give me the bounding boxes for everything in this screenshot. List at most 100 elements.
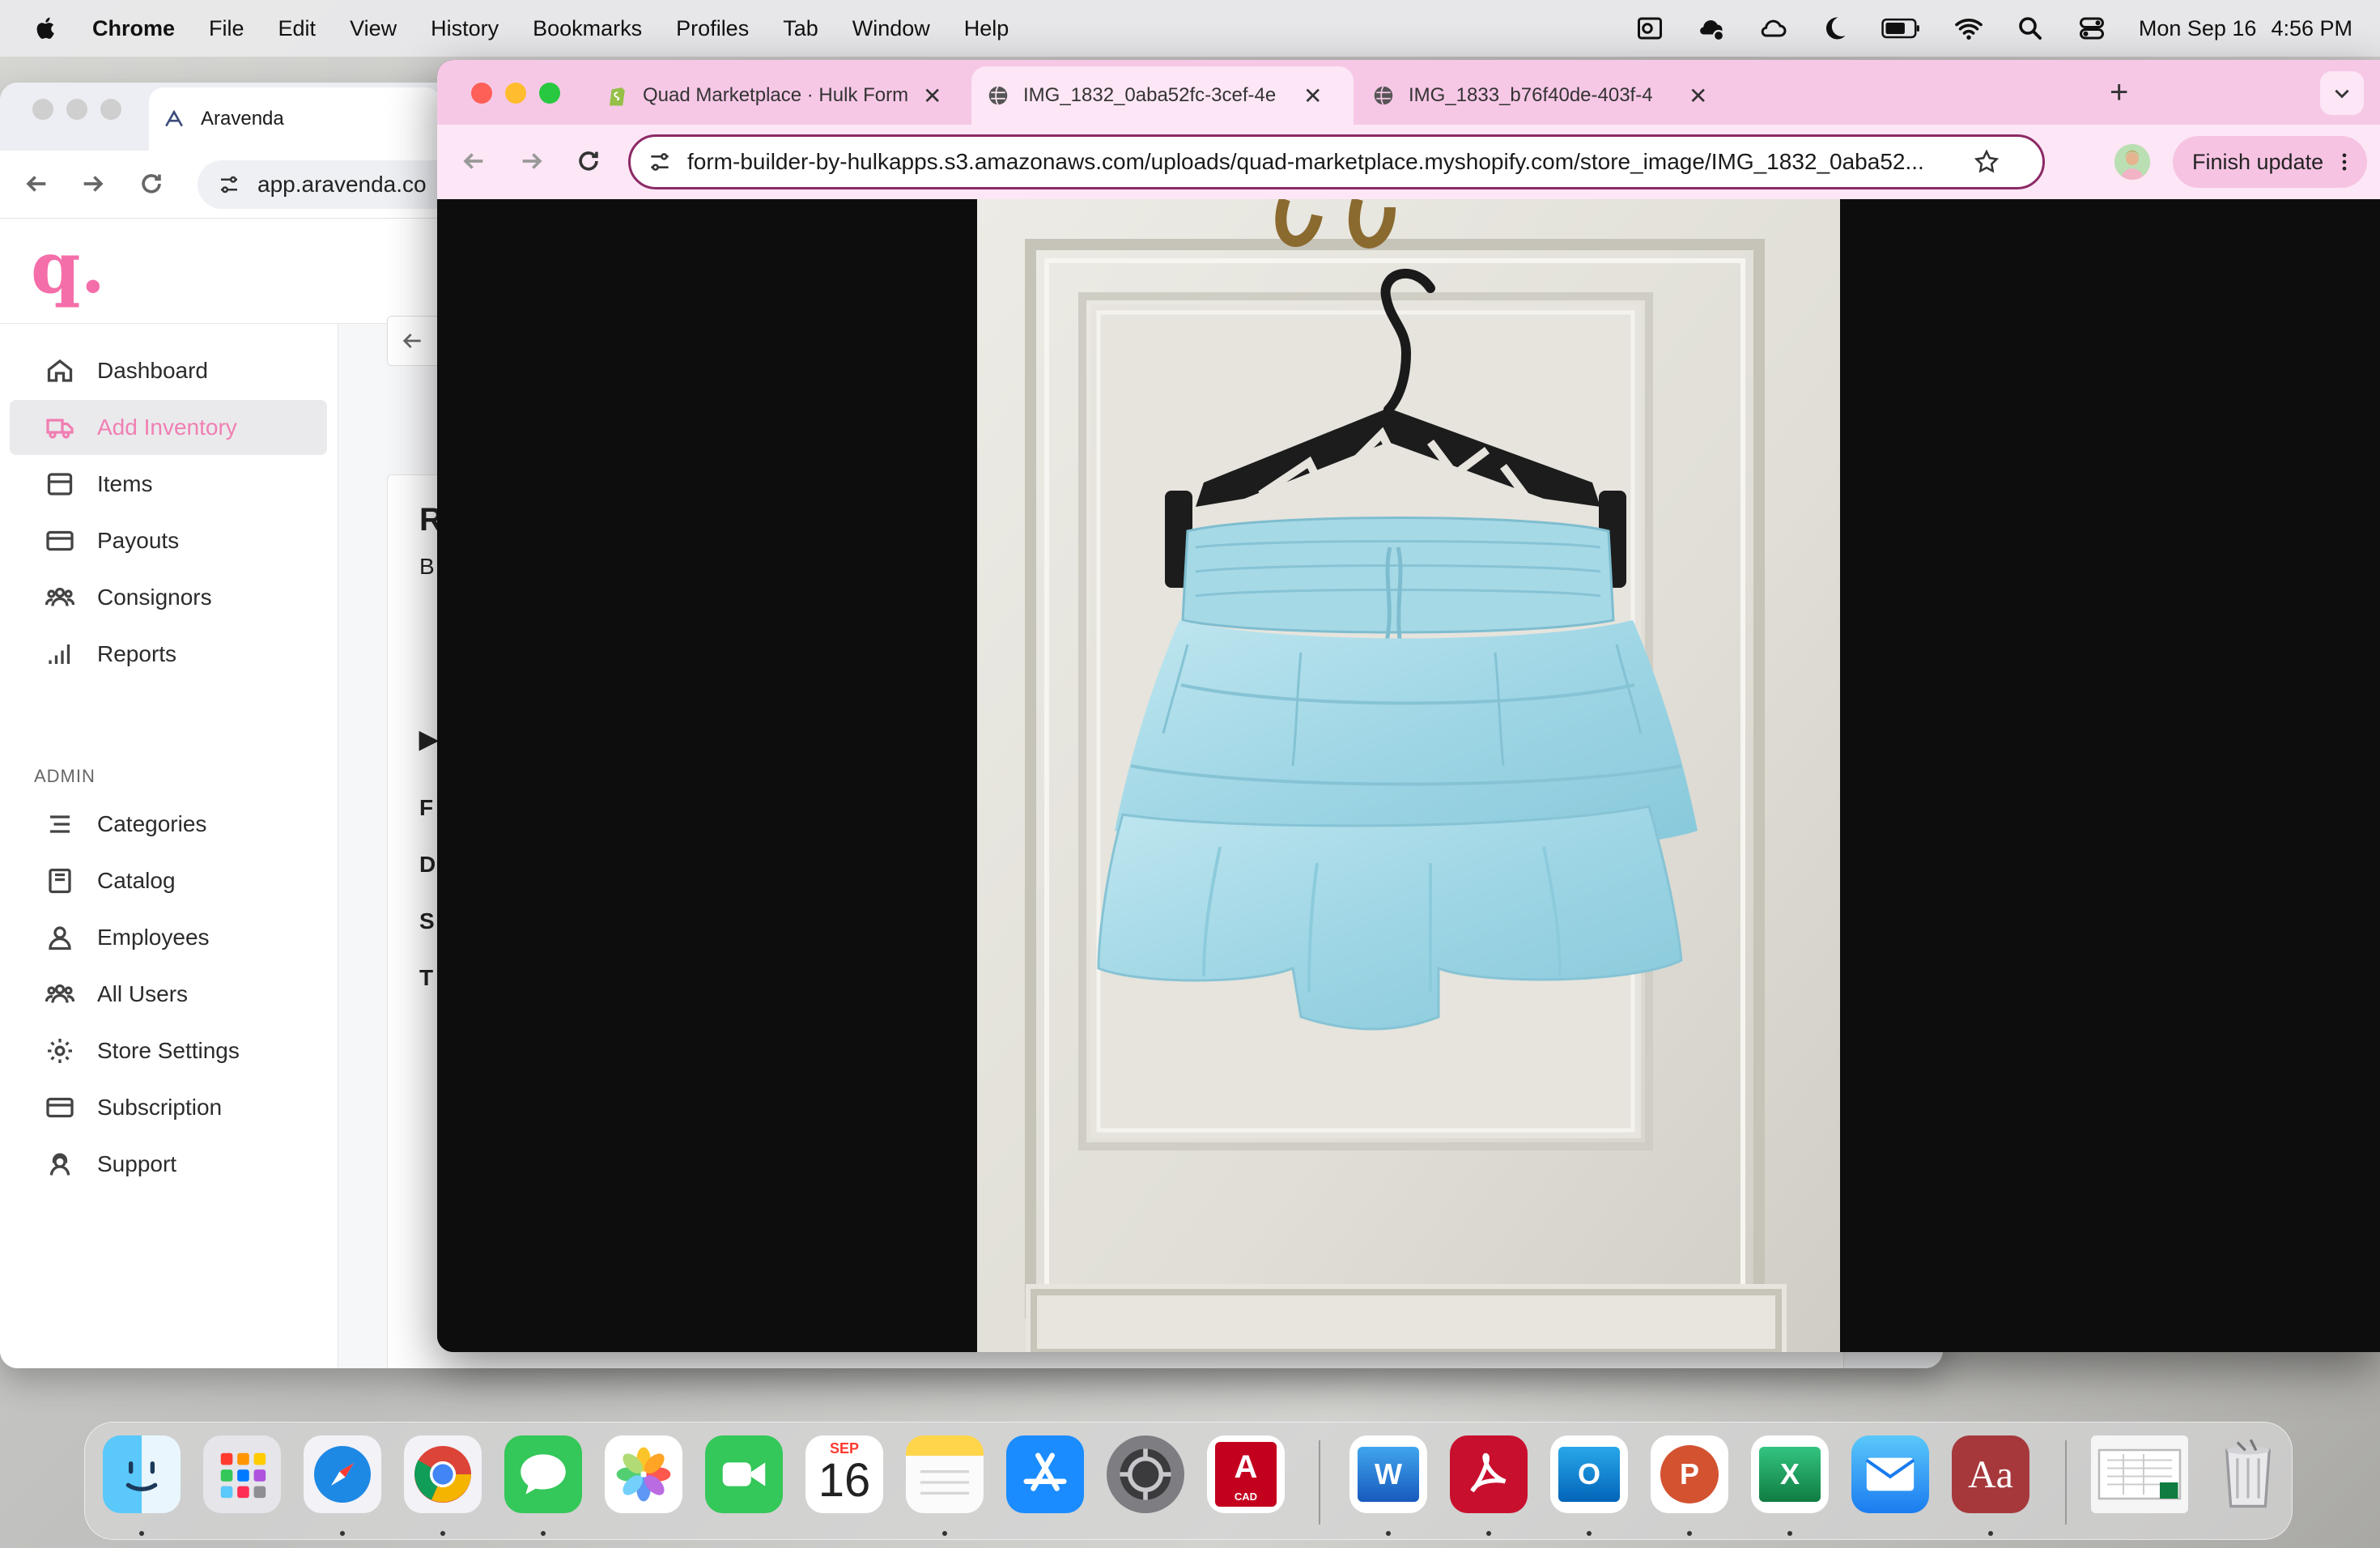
close-tab-icon[interactable]: ✕ <box>1689 83 1707 109</box>
spotlight-search-icon[interactable] <box>2016 14 2045 43</box>
sidebar-item-dashboard[interactable]: Dashboard <box>10 343 327 398</box>
tab-img-1832[interactable]: IMG_1832_0aba52fc-3cef-4e ✕ <box>971 66 1354 125</box>
cloud-sync-icon[interactable] <box>1697 14 1726 43</box>
dock-messages-icon[interactable] <box>504 1435 582 1513</box>
book-icon <box>49 868 71 894</box>
sidebar-item-reports[interactable]: Reports <box>10 627 327 682</box>
dock-facetime-icon[interactable] <box>705 1435 783 1513</box>
dock-autocad-icon[interactable]: A CAD <box>1207 1435 1285 1513</box>
minimize-window-button[interactable] <box>66 99 87 120</box>
forward-arrow-icon[interactable] <box>518 147 546 175</box>
dock-calendar-icon[interactable]: SEP 16 <box>805 1435 883 1513</box>
moon-icon[interactable] <box>1820 14 1849 43</box>
sidebar-item-add-inventory[interactable]: Add Inventory <box>10 400 327 455</box>
sidebar-item-all-users[interactable]: All Users <box>10 967 327 1022</box>
wifi-icon[interactable] <box>1954 14 1983 43</box>
menu-bookmarks[interactable]: Bookmarks <box>533 16 642 41</box>
close-window-button[interactable] <box>471 83 492 104</box>
sidebar-item-label: All Users <box>97 981 189 1006</box>
menu-history[interactable]: History <box>431 16 499 41</box>
menu-edit[interactable]: Edit <box>278 16 317 41</box>
tab-img-1833[interactable]: IMG_1833_b76f40de-403f-4 ✕ <box>1357 66 1722 125</box>
globe-icon <box>988 86 1008 105</box>
running-indicator <box>942 1531 947 1536</box>
dock-chrome-icon[interactable] <box>404 1435 482 1513</box>
tab-aravenda[interactable]: Aravenda <box>149 87 440 151</box>
sidebar-item-categories[interactable]: Categories <box>10 797 327 852</box>
dock-excel-icon[interactable]: X <box>1751 1435 1829 1513</box>
back-arrow-icon[interactable] <box>460 147 487 175</box>
sidebar-item-employees[interactable]: Employees <box>10 910 327 965</box>
close-tab-icon[interactable]: ✕ <box>1303 83 1322 109</box>
control-center-icon[interactable] <box>2077 14 2106 43</box>
tab-search-button[interactable] <box>2320 71 2364 115</box>
zoom-window-button[interactable] <box>100 99 121 120</box>
sidebar-item-payouts[interactable]: Payouts <box>10 513 327 568</box>
back-url-text: app.aravenda.co <box>257 172 427 197</box>
dock-dictionary-icon[interactable]: Aa <box>1952 1435 2029 1513</box>
product-photo[interactable] <box>977 199 1840 1352</box>
gear-icon <box>48 1039 72 1063</box>
menu-tab[interactable]: Tab <box>783 16 818 41</box>
finish-update-button[interactable]: Finish update <box>2173 136 2367 188</box>
dock-system-settings-icon[interactable] <box>1107 1435 1184 1513</box>
menubar-date[interactable]: Mon Sep 16 <box>2139 16 2257 41</box>
sidebar-item-catalog[interactable]: Catalog <box>10 853 327 908</box>
minimize-window-button[interactable] <box>505 83 526 104</box>
zoom-window-button[interactable] <box>539 83 560 104</box>
dock-notes-icon[interactable] <box>906 1435 984 1513</box>
forward-arrow-icon[interactable] <box>79 170 107 198</box>
creative-cloud-icon[interactable] <box>1758 14 1787 43</box>
avatar-icon <box>2114 144 2150 180</box>
menu-window[interactable]: Window <box>852 16 930 41</box>
globe-icon <box>1374 86 1393 105</box>
dock-mail-icon[interactable] <box>1851 1435 1929 1513</box>
expand-toggle-peek[interactable]: ▶ <box>419 725 438 754</box>
dock-word-icon[interactable]: W <box>1349 1435 1427 1513</box>
profile-avatar[interactable] <box>2114 144 2150 180</box>
new-tab-button[interactable]: + <box>2110 76 2128 108</box>
dock-launchpad-icon[interactable] <box>203 1435 281 1513</box>
battery-icon[interactable] <box>1881 14 1922 43</box>
sidebar-item-consignors[interactable]: Consignors <box>10 570 327 625</box>
support-icon <box>49 1153 70 1176</box>
tab-title: IMG_1832_0aba52fc-3cef-4e <box>1023 84 1277 106</box>
menu-file[interactable]: File <box>209 16 244 41</box>
dock-app-store-icon[interactable] <box>1006 1435 1084 1513</box>
outlook-status-icon[interactable] <box>1635 14 1664 43</box>
dock-finder-icon[interactable] <box>103 1435 181 1513</box>
site-settings-icon[interactable] <box>217 172 241 197</box>
dock-powerpoint-icon[interactable]: P <box>1651 1435 1728 1513</box>
box-icon <box>47 473 73 495</box>
status-area: Mon Sep 16 4:56 PM <box>1635 0 2352 57</box>
dock-acrobat-icon[interactable] <box>1450 1435 1528 1513</box>
site-settings-icon[interactable] <box>647 149 673 175</box>
menu-view[interactable]: View <box>350 16 397 41</box>
dock-trash-icon[interactable] <box>2209 1435 2287 1513</box>
dock-photos-icon[interactable] <box>605 1435 682 1513</box>
sidebar-item-subscription[interactable]: Subscription <box>10 1080 327 1135</box>
apple-icon[interactable] <box>32 15 60 42</box>
arrow-left-icon <box>402 334 421 348</box>
menu-profiles[interactable]: Profiles <box>676 16 749 41</box>
menu-help[interactable]: Help <box>964 16 1009 41</box>
tab-hulk-form[interactable]: Quad Marketplace · Hulk Form ✕ <box>591 66 956 125</box>
menubar-time[interactable]: 4:56 PM <box>2271 16 2352 41</box>
menu-app-name[interactable]: Chrome <box>92 16 175 41</box>
aravenda-logo[interactable]: q. <box>31 232 105 303</box>
bookmark-star-icon[interactable] <box>1973 148 2000 176</box>
dock-downloads-stack-icon[interactable] <box>2091 1435 2188 1513</box>
address-bar[interactable]: form-builder-by-hulkapps.s3.amazonaws.co… <box>628 134 2045 189</box>
sidebar-item-items[interactable]: Items <box>10 457 327 512</box>
dock-separator <box>2065 1440 2067 1525</box>
dock-outlook-icon[interactable]: O <box>1550 1435 1628 1513</box>
sidebar-item-support[interactable]: Support <box>10 1137 327 1192</box>
back-arrow-icon[interactable] <box>23 170 50 198</box>
close-tab-icon[interactable]: ✕ <box>923 83 941 109</box>
running-indicator <box>1687 1531 1692 1536</box>
reload-icon[interactable] <box>575 147 602 175</box>
reload-icon[interactable] <box>138 170 165 198</box>
dock-safari-icon[interactable] <box>304 1435 381 1513</box>
sidebar-item-store-settings[interactable]: Store Settings <box>10 1023 327 1078</box>
close-window-button[interactable] <box>32 99 53 120</box>
